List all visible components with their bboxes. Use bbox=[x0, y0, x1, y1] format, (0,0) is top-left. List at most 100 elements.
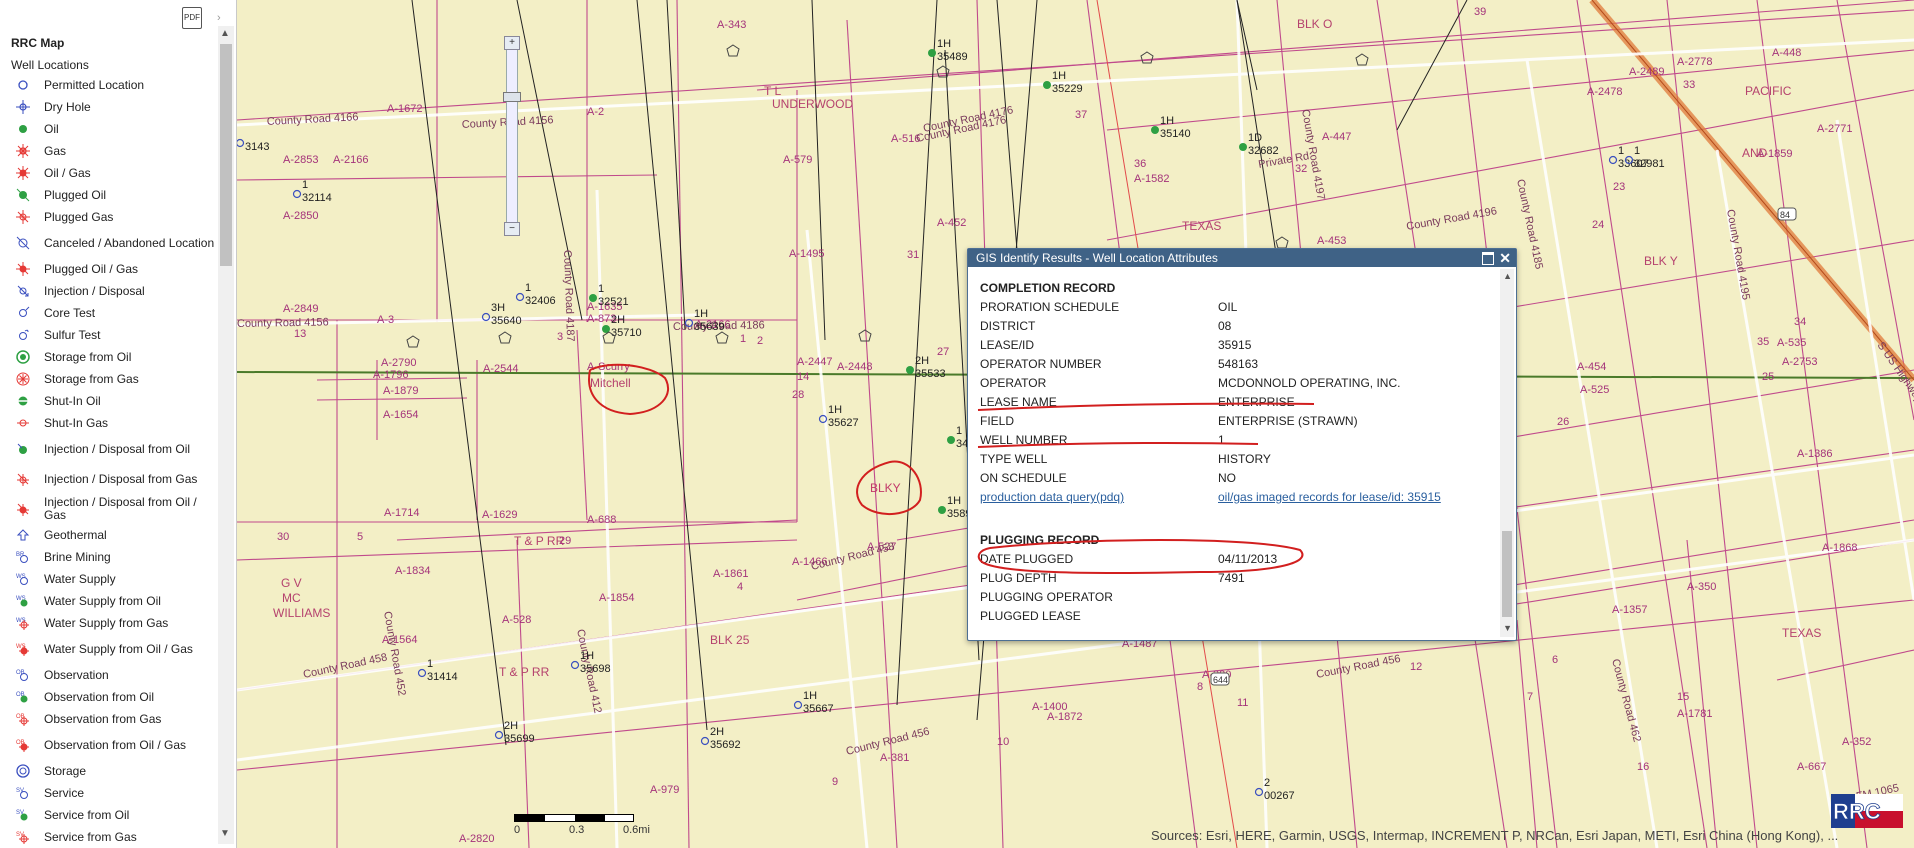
attribute-key: DATE PLUGGED bbox=[980, 552, 1074, 566]
legend-label: Storage from Oil bbox=[44, 349, 132, 364]
legend-label: Sulfur Test bbox=[44, 327, 101, 342]
zoom-slider[interactable] bbox=[506, 38, 518, 230]
well-number-label: 1H bbox=[694, 308, 708, 320]
well-number-label: 1 bbox=[1634, 145, 1640, 157]
legend-item-storage-oil: Storage from Oil bbox=[8, 346, 218, 368]
attribute-value: 1 bbox=[1218, 433, 1225, 447]
oil-well-marker[interactable] bbox=[589, 294, 597, 302]
close-icon[interactable]: ✕ bbox=[1499, 249, 1511, 267]
core-test-icon bbox=[12, 306, 34, 320]
highway-shield-label: 644 bbox=[1213, 675, 1228, 685]
legend-label: Plugged Oil bbox=[44, 187, 107, 202]
legend-label: Gas bbox=[44, 143, 67, 158]
zoom-out-button[interactable]: − bbox=[504, 222, 520, 236]
pdq-link[interactable]: production data query(pdq) bbox=[980, 490, 1124, 504]
legend-item-canceled: Canceled / Abandoned Location bbox=[8, 228, 218, 258]
legend-item-injection: Injection / Disposal bbox=[8, 280, 218, 302]
legend-item-obs-gas: OB Observation from Gas bbox=[8, 708, 218, 730]
service-oil-icon: SV bbox=[12, 808, 34, 822]
abstract-label: A-1781 bbox=[1677, 708, 1712, 720]
oil-well-marker[interactable] bbox=[1239, 143, 1247, 151]
storage-icon bbox=[12, 764, 34, 778]
well-number-label: 1H bbox=[937, 38, 951, 50]
road-label: County Road 4156 bbox=[237, 316, 329, 330]
well-number-label: 2H bbox=[915, 355, 929, 367]
brine-icon: BR bbox=[12, 550, 34, 564]
place-label: T L bbox=[764, 84, 781, 98]
attribute-row: PLUGGING OPERATOR bbox=[980, 588, 1490, 607]
section-number: 37 bbox=[1075, 109, 1087, 121]
legend-item-water-oil: WS Water Supply from Oil bbox=[8, 590, 218, 612]
legend-item-geothermal: Geothermal bbox=[8, 524, 218, 546]
legend-label: Injection / Disposal from Oil / Gas bbox=[44, 495, 197, 522]
section-number: 4 bbox=[737, 581, 743, 593]
oil-well-marker[interactable] bbox=[1151, 126, 1159, 134]
legend-scrollbar-thumb[interactable] bbox=[220, 44, 232, 266]
abstract-label: A-979 bbox=[650, 784, 679, 796]
well-number-label: 2H bbox=[611, 314, 625, 326]
well-api-label: 35692 bbox=[710, 739, 741, 751]
legend-label: Permitted Location bbox=[44, 77, 145, 92]
svg-text:SV: SV bbox=[16, 832, 24, 838]
abstract-label: A-350 bbox=[1687, 581, 1716, 593]
popup-scroll-down-icon[interactable]: ▼ bbox=[1503, 623, 1512, 633]
oil-well-marker[interactable] bbox=[947, 436, 955, 444]
section-number: 29 bbox=[559, 535, 571, 547]
scroll-down-icon[interactable]: ▼ bbox=[220, 828, 230, 839]
abstract-label: A-525 bbox=[1580, 384, 1609, 396]
well-api-label: 35667 bbox=[803, 703, 834, 715]
legend-item-dot-green: Oil bbox=[8, 118, 218, 140]
popup-header: GIS Identify Results - Well Location Att… bbox=[968, 249, 1516, 267]
attribute-row: FIELD ENTERPRISE (STRAWN) bbox=[980, 412, 1490, 431]
legend-item-shut-in-gas: Shut-In Gas bbox=[8, 412, 218, 434]
sulfur-test-icon bbox=[12, 328, 34, 342]
abstract-label: A-2849 bbox=[283, 303, 318, 315]
well-number-label: 1 bbox=[956, 425, 962, 437]
well-number-label: 2H bbox=[710, 726, 724, 738]
highway-shield-label: 84 bbox=[1780, 210, 1790, 220]
legend-label: Shut-In Oil bbox=[44, 393, 101, 408]
pdf-export-icon[interactable]: PDF bbox=[182, 7, 202, 29]
legend-item-storage-gas: Storage from Gas bbox=[8, 368, 218, 390]
popup-scrollbar-thumb[interactable] bbox=[1502, 531, 1512, 617]
oil-well-marker[interactable] bbox=[938, 506, 946, 514]
abstract-label: A-2166 bbox=[333, 154, 368, 166]
legend-label: Core Test bbox=[44, 305, 96, 320]
oil-well-marker[interactable] bbox=[928, 49, 936, 57]
zoom-slider-handle[interactable] bbox=[503, 92, 521, 102]
svg-text:OB: OB bbox=[16, 670, 25, 676]
scroll-up-icon[interactable]: ▲ bbox=[220, 28, 230, 39]
oil-well-marker[interactable] bbox=[1043, 81, 1051, 89]
attribute-row: LEASE/ID 35915 bbox=[980, 336, 1490, 355]
water-oil-icon: WS bbox=[12, 594, 34, 608]
well-api-label: 32682 bbox=[1248, 145, 1279, 157]
water-oil-gas-icon: WS bbox=[12, 642, 34, 656]
rrc-logo-icon: RRC bbox=[1831, 794, 1903, 828]
well-number-label: 1 bbox=[427, 658, 433, 670]
maximize-icon[interactable] bbox=[1482, 252, 1494, 265]
abstract-label: A-1582 bbox=[1134, 173, 1169, 185]
legend-item-plugged-oil-gas: Plugged Oil / Gas bbox=[8, 258, 218, 280]
well-number-label: 1 bbox=[525, 282, 531, 294]
imaged-records-link[interactable]: oil/gas imaged records for lease/id: 359… bbox=[1218, 490, 1441, 504]
well-number-label: 1H bbox=[580, 650, 594, 662]
water-icon: WS bbox=[12, 572, 34, 586]
abstract-label: A-452 bbox=[937, 217, 966, 229]
legend-item-obs-oil-gas: OB Observation from Oil / Gas bbox=[8, 730, 218, 760]
section-number: 1 bbox=[740, 333, 746, 345]
well-api-label: 35140 bbox=[1160, 128, 1191, 140]
well-number-label: 2 bbox=[1264, 777, 1270, 789]
legend-item-circle-open: Permitted Location bbox=[8, 74, 218, 96]
well-number-label: 1H bbox=[803, 690, 817, 702]
plugged-oil-gas-icon bbox=[12, 262, 34, 276]
collapse-panel-icon[interactable]: › bbox=[217, 12, 221, 24]
popup-scroll-up-icon[interactable]: ▲ bbox=[1503, 271, 1512, 281]
legend-item-storage: Storage bbox=[8, 760, 218, 782]
oil-well-marker[interactable] bbox=[906, 366, 914, 374]
attribute-value: 7491 bbox=[1218, 571, 1245, 585]
legend-label: Observation from Oil / Gas bbox=[44, 737, 187, 752]
zoom-in-button[interactable]: + bbox=[504, 36, 520, 50]
legend-item-inj-oil-gas: Injection / Disposal from Oil / Gas bbox=[8, 494, 218, 524]
map-attribution: Sources: Esri, HERE, Garmin, USGS, Inter… bbox=[1151, 828, 1839, 843]
legend-item-sulfur-test: Sulfur Test bbox=[8, 324, 218, 346]
